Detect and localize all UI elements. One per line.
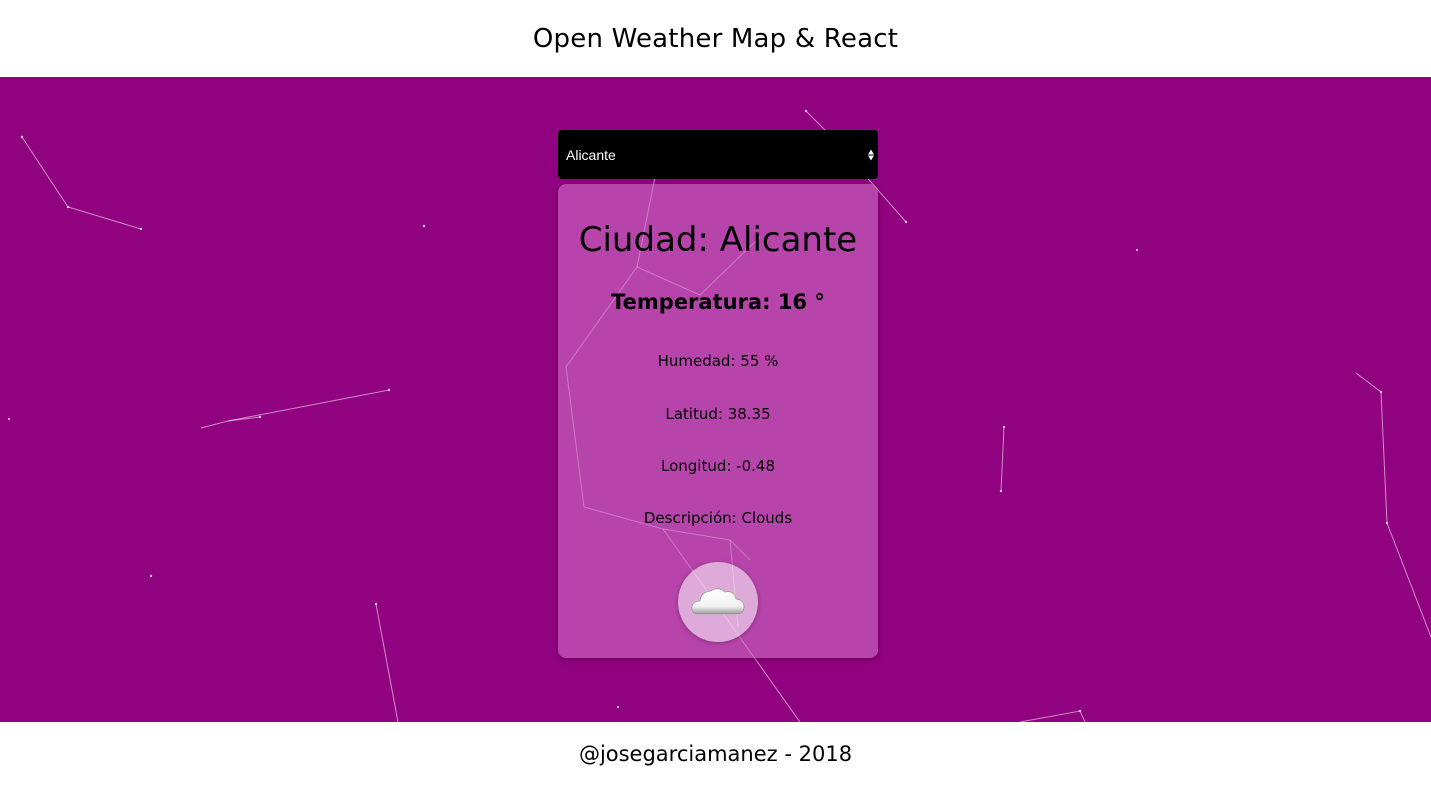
cloud-icon: [691, 588, 745, 615]
city-select[interactable]: Alicante: [558, 130, 878, 179]
temperature-text: Temperatura: 16 °: [611, 290, 825, 314]
main-area: Alicante Ciudad: Alicante Temperatura: 1…: [0, 77, 1431, 722]
longitude-text: Longitud: -0.48: [660, 457, 775, 475]
description-text: Descripción: Clouds: [643, 509, 793, 527]
city-heading: Ciudad: Alicante: [578, 220, 858, 260]
latitude-text: Latitud: 38.35: [665, 405, 771, 423]
page-title: Open Weather Map & React: [532, 23, 899, 54]
weather-card: Ciudad: Alicante Temperatura: 16 ° Humed…: [558, 184, 878, 658]
footer-credit: @josegarciamanez - 2018: [578, 741, 853, 766]
humidity-text: Humedad: 55 %: [657, 352, 779, 370]
weather-icon-badge: [678, 562, 758, 642]
page-footer: @josegarciamanez - 2018: [0, 722, 1431, 785]
app-header: Open Weather Map & React: [0, 0, 1431, 77]
select-arrows-icon: [868, 149, 874, 160]
city-select-value: Alicante: [566, 146, 616, 163]
